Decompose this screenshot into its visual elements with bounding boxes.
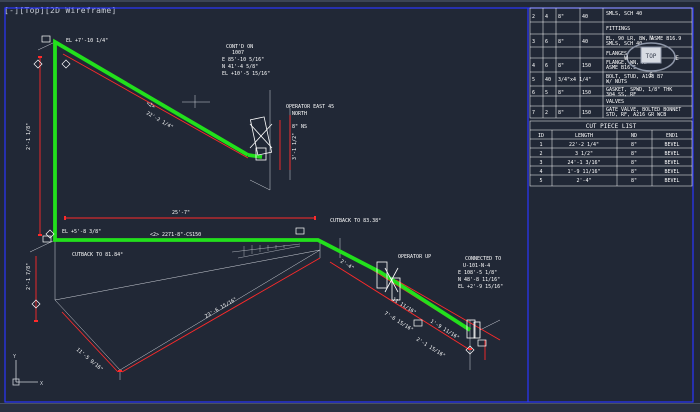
cut-list-cell: 8"	[631, 160, 637, 166]
cut-list-cell: BEVEL	[664, 151, 679, 157]
rotated-dimension-text: 22'-2 1/4" <2> 2'-1 1/8" 2'-1 7/8" 23'-6…	[26, 101, 460, 373]
viewcube[interactable]: TOP N E S W	[623, 31, 679, 79]
dim-horizontal: 25'-7"	[172, 210, 190, 216]
cut-list-header: ND	[631, 133, 637, 139]
ucs-icon	[12, 360, 38, 386]
cut-list-cell: 8"	[631, 178, 637, 184]
bom-cell-qty: 4	[545, 14, 548, 20]
bom-cell-qty: 2	[545, 110, 548, 116]
pipe-tag: <2> 2271-8"-CS150	[150, 232, 201, 238]
bom-cell-no: 7	[532, 110, 535, 116]
bom-cell-desc: 304 SS, RF	[606, 92, 636, 98]
cut-list-cell: 3 1/2"	[575, 151, 593, 157]
cut-list-cell: 8"	[631, 142, 637, 148]
bom-cell-no: 5	[532, 77, 535, 83]
cad-drawing-window[interactable]: [-][Top][2D Wireframe] 2 4 8" 40 SMLS, SCH 4…	[0, 0, 700, 412]
bom-cell-size: 3/4"x4 1/4"	[558, 77, 591, 83]
bom-cell-desc: W/ NUTS	[606, 79, 627, 85]
cutback-2: CUTBACK TO 83.38°	[330, 218, 381, 224]
bom-cell-no: 2	[532, 14, 535, 20]
coord-e2: E 108'-5 1/8"	[458, 270, 497, 276]
ucs-x-label: X	[40, 381, 43, 387]
coord-n2: N 48'-8 11/16"	[458, 277, 500, 283]
dim-r5: 7'-6 15/16"	[383, 311, 414, 334]
bom-cell-size: 8"	[558, 63, 564, 69]
bom-cell-item: 150	[582, 110, 591, 116]
cut-list-cell: 3	[539, 160, 542, 166]
coord-n1: N 41'-4 5/8"	[222, 64, 258, 70]
bom-cell-size: 8"	[558, 14, 564, 20]
bom-cell-no: 4	[532, 63, 535, 69]
cut-list-header: ID	[538, 133, 544, 139]
viewcube-graphic[interactable]: TOP N E S W	[623, 31, 679, 79]
cut-list-cell: 1	[539, 142, 542, 148]
cut-list-cell: 4	[539, 169, 542, 175]
coord-el2: EL +2'-9 15/16"	[458, 284, 503, 290]
valve-symbol-upper[interactable]	[249, 116, 273, 161]
bom-cell-item: 40	[582, 14, 588, 20]
bom-cell-qty: 5	[545, 90, 548, 96]
bom-cell-desc: SMLS, SCH 40	[606, 11, 642, 17]
cut-list-title: CUT PIECE LIST	[586, 123, 637, 130]
bom-cell-size: 8"	[558, 90, 564, 96]
extension-lines	[29, 41, 501, 380]
gate-size-1: 8" NS	[292, 124, 307, 130]
cut-list-cell: 22'-2 1/4"	[569, 142, 599, 148]
cut-list-header: END1	[666, 133, 678, 139]
bom-section-label: VALVES	[606, 99, 624, 105]
cut-list-header: LENGTH	[575, 133, 593, 139]
bom-cell-item: 150	[582, 63, 591, 69]
viewcube-face-label: TOP	[646, 53, 657, 60]
dim-left-vertical: 2'-1 7/8"	[26, 263, 32, 290]
compass-west[interactable]: W	[624, 55, 628, 62]
cut-list-cell: 24'-1 3/16"	[567, 160, 600, 166]
cut-list-cell: 2	[539, 151, 542, 157]
contd-ref: 1007	[232, 50, 244, 56]
cut-list-cell: BEVEL	[664, 169, 679, 175]
operator-east: OPERATOR EAST 45	[286, 104, 334, 110]
bom-cell-desc: STD, RF, A216 GR WCB	[606, 112, 666, 118]
dim-r1: 2'-4"	[339, 259, 355, 272]
cutback-1: CUTBACK TO 81.84°	[72, 252, 123, 258]
cut-list-cell: 1'-9 11/16"	[567, 169, 600, 175]
el-top: EL +7'-10 1/4"	[66, 38, 108, 44]
cut-list-cell: BEVEL	[664, 178, 679, 184]
annotations: CONT'D ON 1007 E 85'-10 5/16" N 41'-4 5/…	[62, 38, 503, 290]
connected-label: CONNECTED TO	[465, 256, 501, 262]
cut-list-cell: 2'-4"	[576, 178, 591, 184]
compass-south[interactable]: S	[649, 72, 653, 79]
dim-r4: 11 11/16"	[391, 297, 417, 316]
bom-cell-qty: 6	[545, 39, 548, 45]
cut-list-cell: BEVEL	[664, 142, 679, 148]
coord-el1: EL +10'-5 15/16"	[222, 71, 270, 77]
compass-east[interactable]: E	[675, 55, 679, 62]
el-mid: EL +5'-8 3/8"	[62, 229, 101, 235]
connected-ref: U-101-N-4	[463, 263, 490, 269]
model-space-canvas[interactable]: 2 4 8" 40 SMLS, SCH 40FITTINGS3 6 8" 40 EL, 90 L…	[0, 0, 700, 411]
cut-list-text-layer: ID LENGTH ND END1 1 22'-2 1/4" 8" BEVEL 2 3 1/2" 8…	[538, 133, 680, 184]
cut-list-cell: BEVEL	[664, 160, 679, 166]
north-label: NORTH	[292, 111, 307, 117]
ucs-y-label: Y	[13, 354, 16, 360]
bom-cell-qty: 6	[545, 63, 548, 69]
operator-up: OPERATOR UP	[398, 254, 431, 260]
bom-cell-item: 40	[582, 39, 588, 45]
dim-r3: 2'-1 15/16"	[415, 337, 446, 360]
bom-cell-no: 6	[532, 90, 535, 96]
dim-vertical: 2'-1 1/8"	[26, 123, 32, 150]
pipe-stub[interactable]	[247, 153, 263, 159]
cut-list-cell: 5	[539, 178, 542, 184]
bom-cell-item: 150	[582, 90, 591, 96]
cut-list-cell: 8"	[631, 151, 637, 157]
bom-cell-no: 3	[532, 39, 535, 45]
dim-v2: 3'-1 1/2"	[292, 133, 298, 160]
bom-cell-qty: 40	[545, 77, 551, 83]
bom-cell-size: 8"	[558, 39, 564, 45]
cut-list-cell: 8"	[631, 169, 637, 175]
bom-cell-size: 8"	[558, 110, 564, 116]
coord-e1: E 85'-10 5/16"	[222, 57, 264, 63]
compass-north[interactable]: N	[649, 35, 653, 42]
dim-lower-left: 11'-5 9/16"	[75, 347, 104, 373]
